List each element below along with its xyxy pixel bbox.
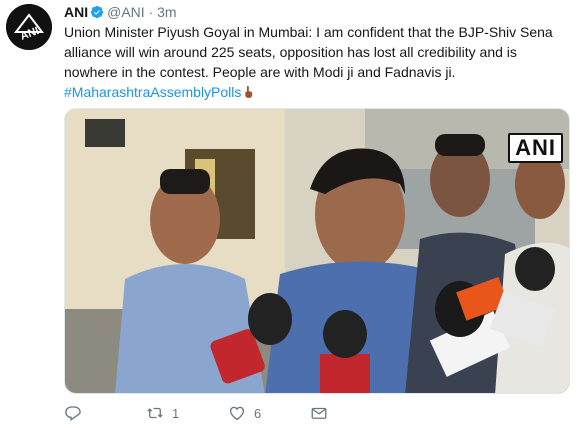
tweet-header: ANI @ANI · 3m <box>64 3 177 21</box>
tweet-text: Union Minister Piyush Goyal in Mumbai: I… <box>64 22 564 104</box>
retweet-count: 1 <box>172 405 180 421</box>
ani-logo: ANI <box>6 4 52 50</box>
envelope-icon <box>311 407 327 419</box>
author-handle[interactable]: @ANI <box>107 4 145 20</box>
timestamp[interactable]: 3m <box>157 4 176 20</box>
tweet[interactable]: ANI ANI @ANI · 3m Union Minister Piyush G… <box>0 0 584 428</box>
ani-watermark: ANI <box>508 133 563 163</box>
tweet-body: Union Minister Piyush Goyal in Mumbai: I… <box>64 24 553 80</box>
verified-badge-icon <box>90 5 104 19</box>
tweet-photo[interactable]: ANI <box>64 108 570 394</box>
pointing-finger-icon <box>243 84 254 104</box>
separator: · <box>148 4 154 20</box>
retweet-icon <box>147 407 163 419</box>
reply-button[interactable] <box>64 404 90 422</box>
reply-icon <box>65 406 81 422</box>
press-scene-image <box>65 109 569 393</box>
direct-message-button[interactable] <box>310 404 336 422</box>
like-count: 6 <box>254 405 262 421</box>
retweet-button[interactable]: 1 <box>146 404 179 422</box>
hashtag-link[interactable]: #MaharashtraAssemblyPolls <box>64 84 241 100</box>
like-button[interactable]: 6 <box>228 404 261 422</box>
heart-icon <box>229 406 245 421</box>
author-name[interactable]: ANI <box>64 4 88 20</box>
avatar[interactable]: ANI <box>6 4 52 50</box>
